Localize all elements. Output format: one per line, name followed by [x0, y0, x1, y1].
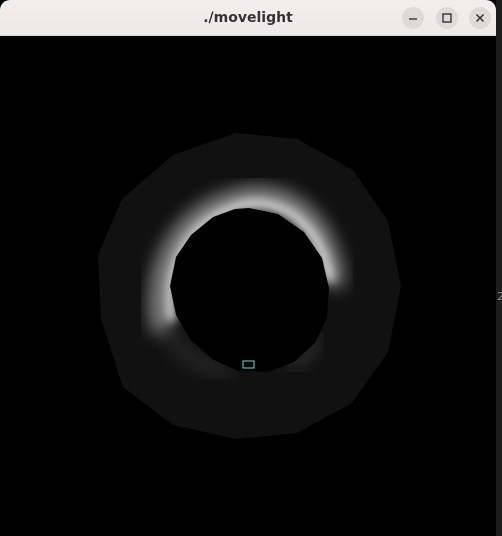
minimize-icon	[409, 18, 417, 20]
torus-shape	[98, 133, 401, 439]
desktop-edge	[496, 0, 502, 536]
close-icon	[475, 13, 485, 23]
minimize-button[interactable]	[402, 7, 424, 29]
title-bar[interactable]: ./movelight	[0, 0, 496, 36]
maximize-button[interactable]	[436, 7, 458, 29]
render-canvas[interactable]	[0, 36, 496, 536]
maximize-icon	[442, 13, 452, 23]
close-button[interactable]	[469, 7, 491, 29]
app-window: ./movelight	[0, 0, 496, 536]
edge-glyph: 2	[497, 290, 502, 303]
scene-svg	[98, 133, 401, 439]
